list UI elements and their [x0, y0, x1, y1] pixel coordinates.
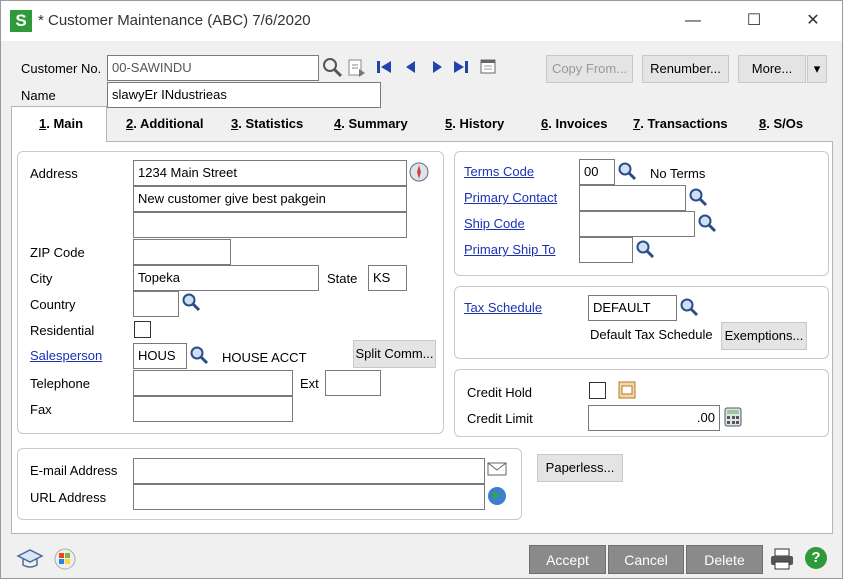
- split-comm-button[interactable]: Split Comm...: [353, 340, 436, 368]
- country-search-icon[interactable]: [181, 292, 201, 312]
- state-input[interactable]: KS: [368, 265, 407, 291]
- copy-from-button[interactable]: Copy From...: [546, 55, 633, 83]
- url-label: URL Address: [30, 490, 107, 505]
- next-record-icon[interactable]: [429, 59, 445, 75]
- salesperson-search-icon[interactable]: [189, 345, 209, 365]
- primary-ship-to-search-icon[interactable]: [635, 239, 655, 259]
- residential-checkbox[interactable]: [134, 321, 151, 338]
- ship-code-search-icon[interactable]: [697, 213, 717, 233]
- graduation-cap-icon[interactable]: [16, 547, 44, 571]
- zip-label: ZIP Code: [30, 245, 85, 260]
- app-logo-icon: S: [10, 10, 32, 32]
- tab-main[interactable]: 1. Main: [39, 116, 83, 131]
- terms-code-input[interactable]: 00: [579, 159, 615, 185]
- previous-record-icon[interactable]: [403, 59, 419, 75]
- customer-no-input[interactable]: 00-SAWINDU: [107, 55, 319, 81]
- state-label: State: [327, 271, 358, 286]
- calculator-icon[interactable]: [724, 407, 742, 427]
- more-dropdown-arrow[interactable]: ▾: [807, 55, 827, 83]
- minimize-button[interactable]: —: [678, 11, 708, 31]
- terms-code-link[interactable]: Terms Code: [464, 164, 534, 179]
- salesperson-link[interactable]: Salesperson: [30, 348, 102, 363]
- tab-invoices[interactable]: 6. Invoices: [541, 116, 607, 131]
- primary-contact-search-icon[interactable]: [688, 187, 708, 207]
- credit-limit-input[interactable]: .00: [588, 405, 720, 431]
- document-icon[interactable]: [347, 58, 367, 78]
- address-label: Address: [30, 166, 78, 181]
- address-line1-input[interactable]: 1234 Main Street: [133, 160, 407, 186]
- primary-contact-input[interactable]: [579, 185, 686, 211]
- tab-history[interactable]: 5. History: [445, 116, 504, 131]
- country-input[interactable]: [133, 291, 179, 317]
- last-record-icon[interactable]: [453, 59, 469, 75]
- exemptions-button[interactable]: Exemptions...: [721, 322, 807, 350]
- paperless-button[interactable]: Paperless...: [537, 454, 623, 482]
- residential-label: Residential: [30, 323, 95, 338]
- tax-description: Default Tax Schedule: [590, 327, 713, 342]
- ext-input[interactable]: [325, 370, 381, 396]
- telephone-label: Telephone: [30, 376, 90, 391]
- window-title: * Customer Maintenance (ABC) 7/6/2020: [38, 12, 311, 29]
- address-line3-input[interactable]: [133, 212, 407, 238]
- city-input[interactable]: Topeka: [133, 265, 319, 291]
- close-button[interactable]: ✕: [798, 11, 828, 31]
- primary-ship-to-input[interactable]: [579, 237, 633, 263]
- accept-button[interactable]: Accept: [529, 545, 606, 574]
- credit-limit-label: Credit Limit: [467, 411, 533, 426]
- calendar-icon[interactable]: [479, 57, 497, 75]
- search-icon[interactable]: [321, 56, 343, 78]
- tax-schedule-input[interactable]: DEFAULT: [588, 295, 677, 321]
- tax-schedule-search-icon[interactable]: [679, 297, 699, 317]
- first-record-icon[interactable]: [376, 59, 392, 75]
- tab-transactions[interactable]: 7. Transactions: [633, 116, 728, 131]
- tab-statistics[interactable]: 3. Statistics: [231, 116, 303, 131]
- salesperson-description: HOUSE ACCT: [222, 350, 307, 365]
- name-input[interactable]: slawyEr INdustrieas: [107, 82, 381, 108]
- credit-hold-label: Credit Hold: [467, 385, 533, 400]
- compass-icon[interactable]: [408, 161, 430, 183]
- country-label: Country: [30, 297, 76, 312]
- printer-icon[interactable]: [769, 547, 795, 571]
- tab-summary[interactable]: 4. Summary: [334, 116, 408, 131]
- primary-ship-to-link[interactable]: Primary Ship To: [464, 242, 556, 257]
- maximize-button[interactable]: ☐: [739, 11, 769, 31]
- name-label: Name: [21, 88, 56, 103]
- email-envelope-icon[interactable]: [487, 461, 507, 477]
- help-icon[interactable]: ?: [805, 547, 827, 569]
- address-line2-input[interactable]: New customer give best pakgein: [133, 186, 407, 212]
- city-label: City: [30, 271, 53, 286]
- customer-no-label: Customer No.: [21, 61, 102, 76]
- cancel-button[interactable]: Cancel: [608, 545, 684, 574]
- ship-code-link[interactable]: Ship Code: [464, 216, 525, 231]
- email-input[interactable]: [133, 458, 485, 484]
- windows-logo-icon[interactable]: [53, 547, 77, 571]
- terms-description: No Terms: [650, 166, 706, 181]
- email-label: E-mail Address: [30, 463, 118, 478]
- url-input[interactable]: [133, 484, 485, 510]
- ext-label: Ext: [300, 376, 319, 391]
- globe-icon[interactable]: [487, 486, 507, 506]
- salesperson-input[interactable]: HOUS: [133, 343, 187, 369]
- fax-label: Fax: [30, 402, 52, 417]
- delete-button[interactable]: Delete: [686, 545, 763, 574]
- tax-schedule-link[interactable]: Tax Schedule: [464, 300, 542, 315]
- more-button[interactable]: More...: [738, 55, 806, 83]
- primary-contact-link[interactable]: Primary Contact: [464, 190, 557, 205]
- renumber-button[interactable]: Renumber...: [642, 55, 729, 83]
- credit-hold-note-icon[interactable]: [617, 380, 637, 400]
- zip-input[interactable]: [133, 239, 231, 265]
- fax-input[interactable]: [133, 396, 293, 422]
- tab-sos[interactable]: 8. S/Os: [759, 116, 803, 131]
- ship-code-input[interactable]: [579, 211, 695, 237]
- credit-hold-checkbox[interactable]: [589, 382, 606, 399]
- tab-additional[interactable]: 2. Additional: [126, 116, 204, 131]
- terms-code-search-icon[interactable]: [617, 161, 637, 181]
- telephone-input[interactable]: [133, 370, 293, 396]
